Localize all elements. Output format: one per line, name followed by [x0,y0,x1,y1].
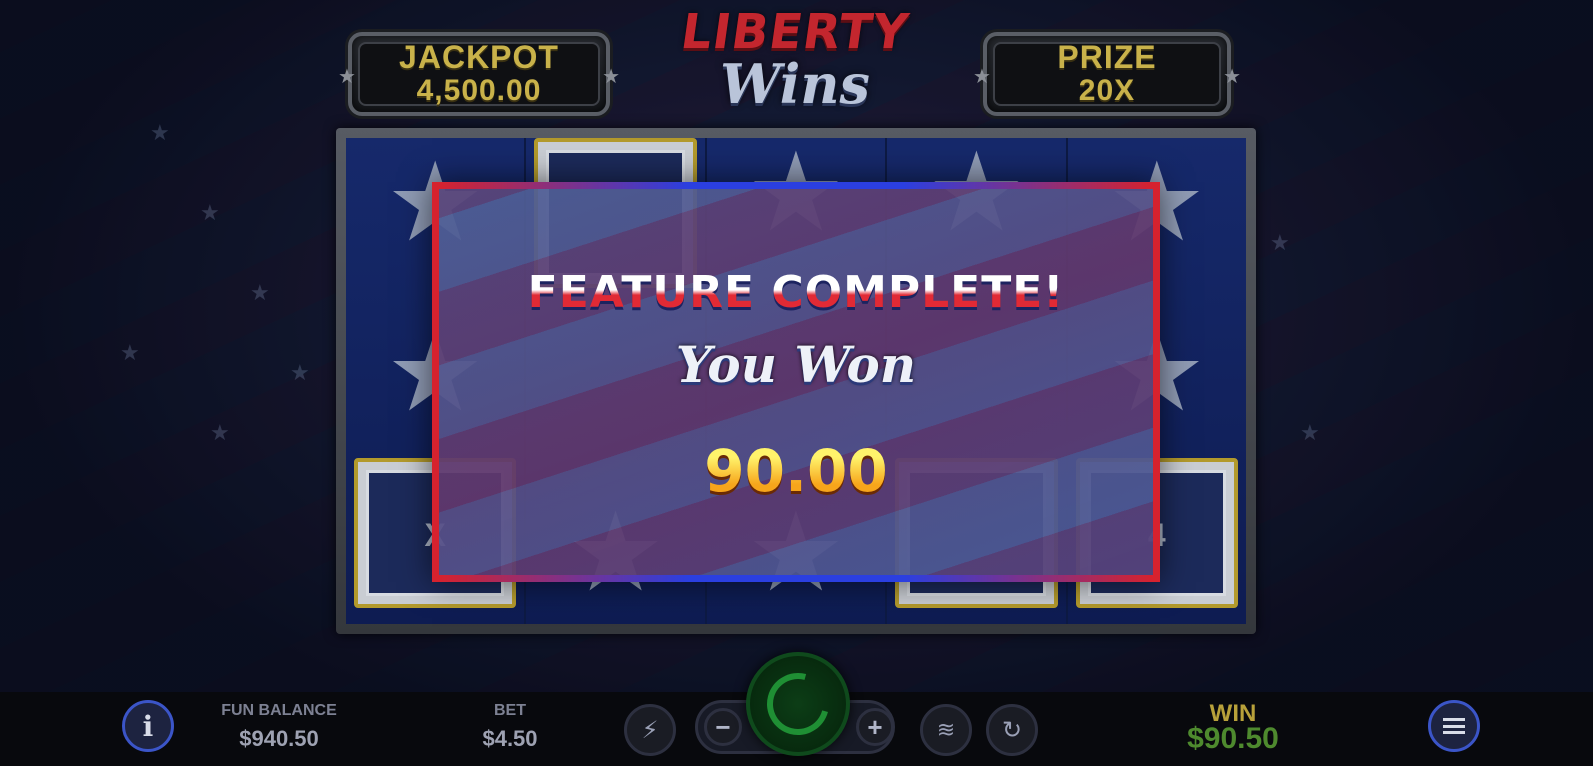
bet-label: BET [494,702,526,719]
bet-decrease-button[interactable]: − [704,708,742,746]
info-button[interactable]: i [122,700,174,752]
prize-badge: ★ ★ PRIZE 20X [973,32,1241,116]
star-icon: ★ [1300,420,1320,445]
coins-icon: ≋ [936,717,956,742]
star-icon: ★ [1223,66,1241,88]
dialog-title: FEATURE COMPLETE! [439,267,1153,318]
jackpot-value: 4,500.00 [416,74,542,107]
star-icon: ★ [338,66,356,88]
star-icon: ★ [120,340,140,365]
logo-line2: Wins [720,52,870,116]
info-icon: i [142,709,154,743]
spin-icon [755,661,841,747]
spin-button[interactable] [746,652,850,756]
minus-icon: − [715,711,731,742]
star-icon: ★ [973,66,991,88]
prize-title: PRIZE [1057,39,1157,75]
win-value: $90.50 [1187,722,1279,755]
plus-icon: + [867,711,883,742]
star-icon: ★ [1270,230,1290,255]
star-icon: ★ [200,200,220,225]
menu-icon [1443,718,1465,734]
fun-balance-label: FUN BALANCE [221,702,337,719]
win-amount: 90.00 [439,437,1153,505]
autoplay-icon: ↻ [1001,716,1023,744]
jackpot-badge: ★ ★ JACKPOT 4,500.00 [338,32,620,116]
menu-button[interactable] [1428,700,1480,752]
turbo-button[interactable]: ⚡ [624,704,676,756]
coins-button[interactable]: ≋ [920,704,972,756]
autoplay-button[interactable]: ↻ [986,704,1038,756]
dialog-subtitle: You Won [675,335,917,394]
star-icon: ★ [210,420,230,445]
star-icon: ★ [602,66,620,88]
logo-line1: LIBERTY [677,4,913,60]
fun-balance-value: $940.50 [239,726,319,751]
bet-increase-button[interactable]: + [856,708,894,746]
star-icon: ★ [290,360,310,385]
bet-value: $4.50 [482,726,538,751]
prize-value: 20X [1078,74,1136,107]
jackpot-title: JACKPOT [399,39,559,75]
lightning-icon: ⚡ [641,716,659,744]
feature-complete-dialog[interactable]: FEATURE COMPLETE! You Won 90.00 [432,182,1160,582]
star-icon: ★ [250,280,270,305]
star-icon: ★ [150,120,170,145]
game-logo: LIBERTY Wins [678,4,913,134]
